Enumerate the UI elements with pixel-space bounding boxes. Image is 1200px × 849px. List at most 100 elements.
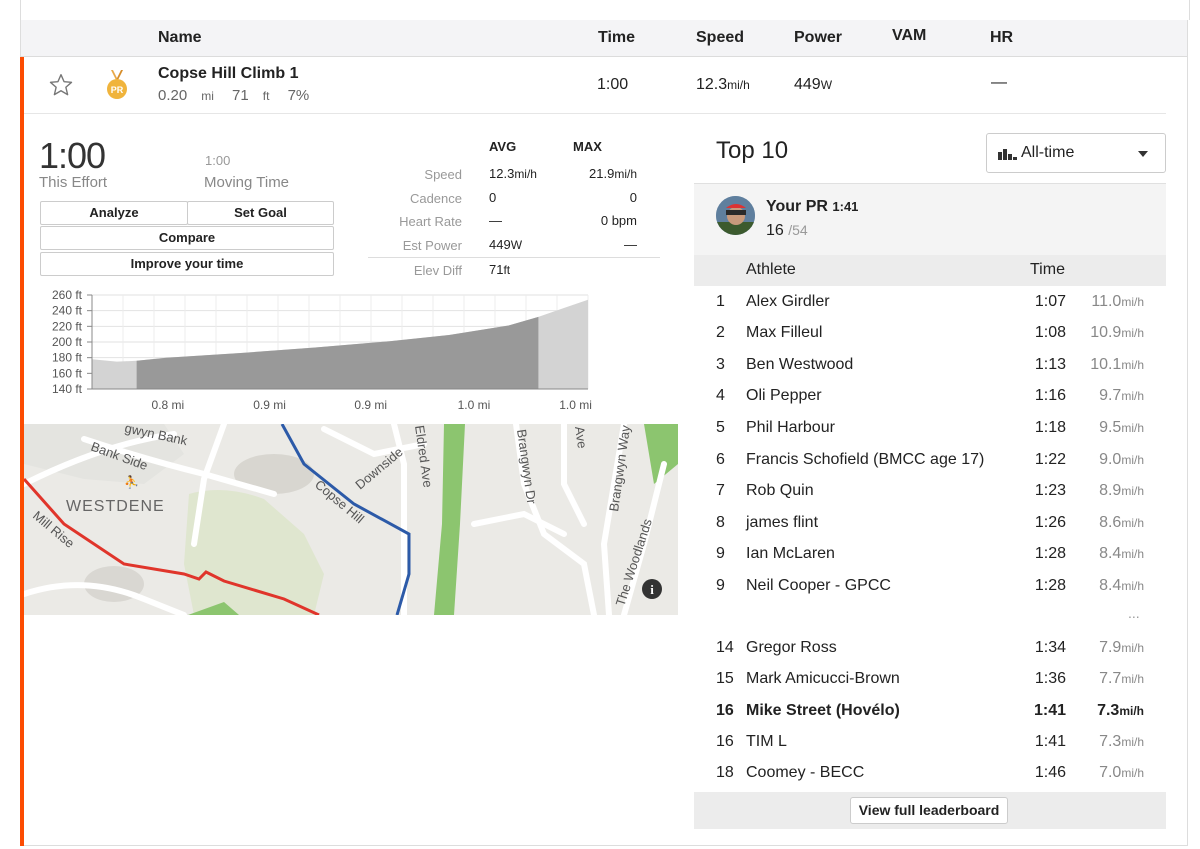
col-athlete: Athlete [746, 261, 796, 278]
stat-label-heart-rate: Heart Rate [399, 214, 462, 229]
row-speed: 11.0mi/h [1091, 292, 1144, 310]
row-athlete-link[interactable]: james flint [746, 514, 818, 532]
analyze-button[interactable]: Analyze [40, 201, 188, 225]
stat-avg-elev: 71ft [489, 262, 511, 277]
leaderboard-row[interactable]: 4 Oli Pepper 1:16 9.7mi/h [694, 381, 1166, 412]
stat-max-speed: 21.9mi/h [589, 166, 637, 181]
chart-y-tick-label: 260 ft [52, 288, 83, 302]
timeframe-dropdown-label: All-time [1021, 144, 1075, 161]
leaderboard: Your PR 1:41 16 /54 Athlete Time 1 Alex G… [694, 183, 1166, 829]
stat-max-cadence: 0 [629, 190, 637, 205]
segment-distance: 0.20 [158, 87, 188, 104]
row-athlete-link[interactable]: Gregor Ross [746, 639, 837, 657]
stat-label-speed: Speed [424, 167, 462, 182]
row-rank: 9 [716, 576, 725, 594]
segment-time: 1:00 [597, 76, 629, 93]
chart-y-tick-label: 140 ft [52, 382, 83, 396]
leaderboard-row[interactable]: 18 Coomey - BECC 1:46 7.0mi/h [694, 758, 1166, 789]
map-canvas[interactable]: Bank Side WESTDENE Mill Rise Copse Hill … [24, 424, 678, 615]
row-speed: 8.9mi/h [1099, 482, 1144, 500]
row-athlete-link[interactable]: Alex Girdler [746, 293, 830, 311]
row-athlete-link[interactable]: Coomey - BECC [746, 764, 864, 782]
view-full-leaderboard-button[interactable]: View full leaderboard [850, 797, 1008, 824]
top10-title: Top 10 [716, 137, 789, 164]
chart-x-tick-label: 0.8 mi [152, 398, 185, 412]
leaderboard-row[interactable]: 16 TIM L 1:41 7.3mi/h [694, 727, 1166, 758]
row-rank: 9 [716, 545, 725, 563]
row-speed: 7.3mi/h [1097, 701, 1144, 719]
row-rank: 8 [716, 513, 725, 531]
row-speed: 10.9mi/h [1090, 324, 1144, 342]
row-athlete-link[interactable]: TIM L [746, 733, 787, 751]
leaderboard-row[interactable]: 3 Ben Westwood 1:13 10.1mi/h [694, 350, 1166, 381]
chart-x-tick-label: 1.0 mi [559, 398, 592, 412]
stat-label-cadence: Cadence [409, 191, 462, 206]
elevation-chart[interactable]: 260 ft 240 ft220 ft 200 ft 180 ft160 ft 140 … [40, 285, 600, 415]
col-hr: HR [990, 29, 1014, 46]
max-header: MAX [573, 139, 602, 154]
segment-name-link[interactable]: Copse Hill Climb 1 [158, 65, 298, 83]
segment-row[interactable]: PR Copse Hill Climb 1 0.20 mi 71 ft 7% 1:0… [24, 57, 1166, 114]
stat-avg-heart-rate: — [489, 213, 502, 228]
leaderboard-row[interactable]: 7 Rob Quin 1:23 8.9mi/h [694, 476, 1166, 507]
row-athlete-link[interactable]: Phil Harbour [746, 419, 835, 437]
map-label-ave: Ave [572, 425, 590, 449]
row-rank: 16 [716, 701, 734, 719]
leaderboard-row-you[interactable]: 16 Mike Street (Hovélo) 1:41 7.3mi/h [694, 696, 1166, 727]
row-rank: 15 [716, 670, 734, 688]
leaderboard-row[interactable]: 15 Mark Amicucci-Brown 1:36 7.7mi/h [694, 664, 1166, 695]
stat-avg-cadence: 0 [489, 190, 497, 205]
row-speed: 9.5mi/h [1099, 418, 1144, 436]
chart-x-tick-label: 0.9 mi [354, 398, 387, 412]
chart-y-tick-label: 240 ft [52, 304, 83, 318]
chart-y-tick-label: 200 ft [52, 335, 83, 349]
leaderboard-row[interactable]: 6 Francis Schofield (BMCC age 17) 1:22 9.0m… [694, 445, 1166, 476]
leaderboard-table: Athlete Time 1 Alex Girdler 1:07 11.0mi/h 2 M… [694, 255, 1166, 792]
row-rank: 3 [716, 355, 725, 373]
route-map[interactable]: Bank Side WESTDENE Mill Rise Copse Hill … [24, 424, 678, 615]
row-speed: 8.6mi/h [1099, 513, 1144, 531]
row-speed: 8.4mi/h [1099, 545, 1144, 563]
leaderboard-row[interactable]: 9 Ian McLaren 1:28 8.4mi/h [694, 539, 1166, 570]
row-speed: 9.0mi/h [1099, 450, 1144, 468]
table-header: Name Time Speed Power VAM HR [20, 20, 1188, 57]
row-athlete-link[interactable]: Rob Quin [746, 482, 814, 500]
row-athlete-link[interactable]: Ian McLaren [746, 545, 835, 563]
svg-text:i: i [650, 582, 654, 597]
leaderboard-row[interactable]: 14 Gregor Ross 1:34 7.9mi/h [694, 633, 1166, 664]
star-icon[interactable] [48, 72, 74, 98]
timeframe-dropdown[interactable]: All-time [986, 133, 1166, 173]
row-speed: 9.7mi/h [1099, 387, 1144, 405]
set-goal-button[interactable]: Set Goal [187, 201, 334, 225]
leaderboard-footer: View full leaderboard [694, 792, 1166, 829]
row-athlete-link[interactable]: Mark Amicucci-Brown [746, 670, 900, 688]
stat-max-heart-rate: 0 bpm [600, 213, 637, 228]
row-athlete-link[interactable]: Max Filleul [746, 324, 822, 342]
frame-top [20, 0, 1190, 20]
improve-time-button[interactable]: Improve your time [40, 252, 334, 276]
col-time: Time [598, 29, 636, 46]
stats-divider [368, 257, 660, 258]
leaderboard-row[interactable]: 5 Phil Harbour 1:18 9.5mi/h [694, 413, 1166, 444]
leaderboard-row[interactable]: 2 Max Filleul 1:08 10.9mi/h [694, 318, 1166, 349]
compare-button[interactable]: Compare [40, 226, 334, 250]
row-athlete-link[interactable]: Oli Pepper [746, 387, 822, 405]
row-speed: 7.7mi/h [1099, 670, 1144, 688]
avatar[interactable] [716, 196, 755, 235]
leaderboard-row[interactable]: 8 james flint 1:26 8.6mi/h [694, 508, 1166, 539]
row-rank: 2 [716, 324, 725, 342]
row-athlete-link[interactable]: Francis Schofield (BMCC age 17) [746, 451, 984, 469]
chart-y-tick-label: 180 ft [52, 351, 83, 365]
segment-grade: 7% [287, 87, 310, 104]
leaderboard-row[interactable]: 9 Neil Cooper - GPCC 1:28 8.4mi/h [694, 571, 1166, 602]
stat-label-elev: Elev Diff [413, 263, 462, 278]
col-power: Power [794, 29, 843, 46]
chevron-down-icon [1138, 151, 1148, 157]
row-athlete-link[interactable]: Mike Street (Hovélo) [746, 702, 900, 720]
effort-time-label: This Effort [39, 174, 108, 191]
row-athlete-link[interactable]: Ben Westwood [746, 356, 853, 374]
leaderboard-row[interactable]: 1 Alex Girdler 1:07 11.0mi/h [694, 287, 1166, 318]
row-athlete-link[interactable]: Neil Cooper - GPCC [746, 577, 891, 595]
pr-badge-text: PR [111, 85, 124, 95]
col-vam: VAM [892, 27, 927, 44]
